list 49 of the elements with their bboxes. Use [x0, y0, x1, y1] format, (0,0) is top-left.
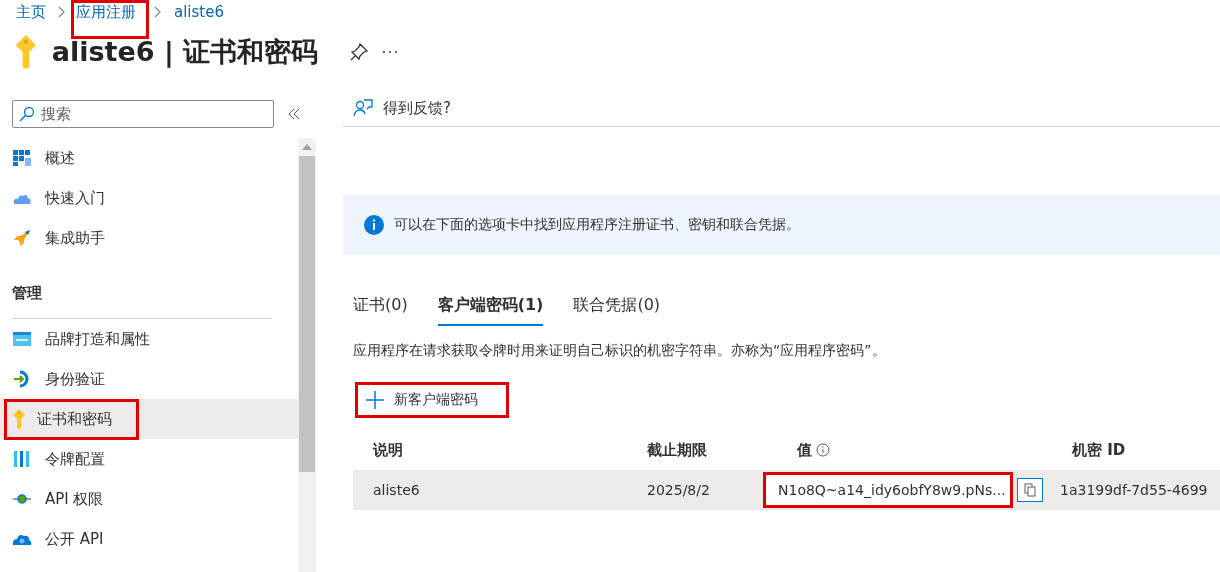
table-cell-text: 2025/8/2 [646, 482, 710, 498]
info-icon [816, 443, 830, 457]
column-header: 截止期限 [647, 440, 707, 460]
breadcrumb-link[interactable]: aliste6 [170, 3, 228, 21]
info-text: 可以在下面的选项卡中找到应用程序注册证书、密钥和联合凭据。 [394, 216, 800, 234]
tab[interactable]: 客户端密码(1) [437, 295, 544, 326]
collapse-icon [288, 108, 300, 120]
column-header: 机密 ID [1072, 440, 1126, 460]
key-icon [14, 35, 38, 69]
nav-item[interactable]: 证书和密码 [0, 399, 298, 439]
scrollbar[interactable] [298, 138, 316, 572]
copy-button[interactable] [1016, 478, 1043, 502]
nav-item[interactable]: 令牌配置 [0, 439, 298, 479]
info-icon [364, 215, 384, 235]
more-icon [382, 49, 399, 55]
new-secret-button[interactable]: 新客户端密码 [355, 382, 509, 418]
grid-icon [12, 148, 32, 168]
description: 应用程序在请求获取令牌时用来证明自己标识的机密字符串。亦称为“应用程序密码”。 [353, 342, 887, 360]
chevron-icon [154, 6, 162, 18]
pin-icon [350, 43, 369, 61]
chevron-icon [58, 6, 66, 18]
column-header: 说明 [373, 440, 403, 460]
key-icon [12, 409, 26, 429]
window-icon [12, 329, 32, 349]
nav-item[interactable]: 概述 [0, 138, 298, 178]
nav-item[interactable]: 身份验证 [0, 359, 298, 399]
feedback-link[interactable]: 得到反馈? [383, 98, 451, 118]
table-cell-text: aliste6 [372, 482, 420, 498]
nav-item[interactable]: 公开 API [0, 519, 298, 559]
page-title: aliste6 | 证书和密码 [51, 35, 319, 70]
bars-icon [12, 449, 32, 469]
rocket-icon [12, 228, 32, 248]
tab[interactable]: 证书(0) [353, 295, 408, 326]
copy-icon [1023, 483, 1036, 497]
scroll-up-icon[interactable] [302, 144, 312, 150]
breadcrumb-link[interactable]: 主页 [12, 2, 50, 22]
nav-item[interactable]: API 权限 [0, 479, 298, 519]
breadcrumb-link[interactable]: 应用注册 [74, 2, 146, 36]
table-cell-text: 1a3199df-7d55-4699 [1059, 482, 1208, 498]
tab[interactable]: 联合凭据(0) [573, 295, 661, 326]
nav-item[interactable]: 集成助手 [0, 218, 298, 258]
plus-icon [366, 391, 384, 409]
column-header: 值 [797, 440, 812, 460]
search-field[interactable]: 搜索 [12, 100, 274, 128]
feedback-icon [353, 98, 373, 118]
nav-item[interactable]: 快速入门 [0, 178, 298, 218]
nav-item[interactable]: 品牌打造和属性 [0, 319, 298, 359]
secret-value: N1o8Q~a14_idy6obfY8w9.pNs... [763, 472, 1013, 508]
section-heading: 管理 [11, 283, 43, 304]
